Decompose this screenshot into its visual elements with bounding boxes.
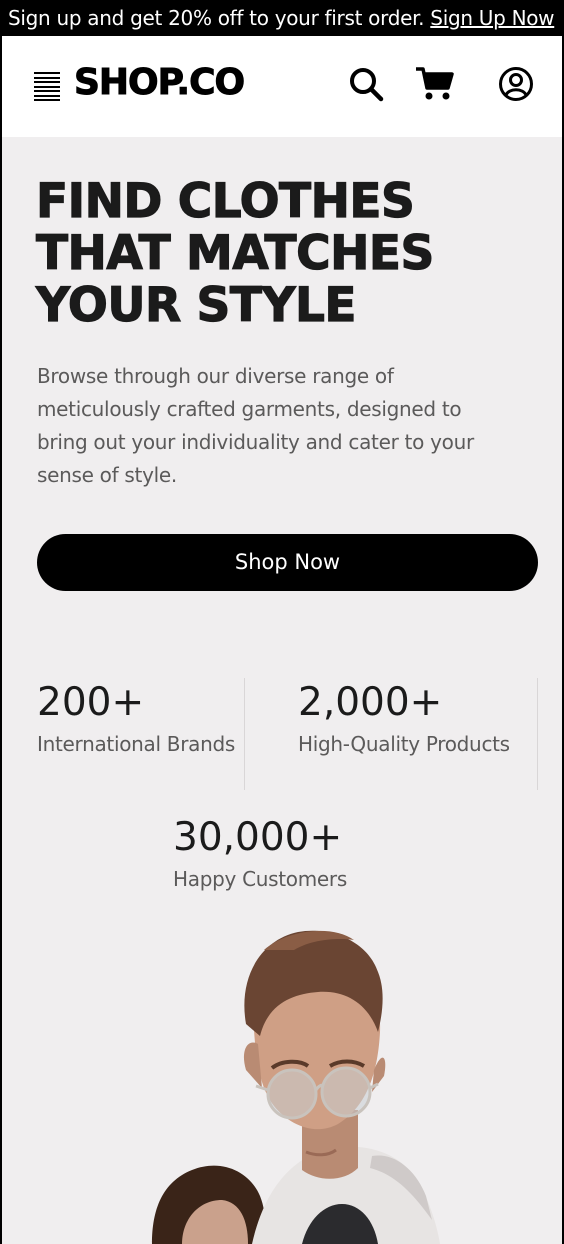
app-frame: Sign up and get 20% off to your first or…: [0, 0, 564, 1244]
account-icon[interactable]: [498, 66, 534, 102]
stat-divider: [244, 678, 245, 790]
cart-icon[interactable]: [414, 66, 454, 102]
promo-bar: Sign up and get 20% off to your first or…: [2, 0, 562, 36]
stat-label: Happy Customers: [173, 867, 347, 891]
stat-brands: 200+ International Brands: [37, 680, 235, 758]
shop-now-button[interactable]: Shop Now: [37, 534, 538, 591]
stat-products: 2,000+ High-Quality Products: [298, 680, 510, 758]
stat-value: 200+: [37, 680, 145, 725]
hero-title-line: FIND CLOTHES: [35, 174, 415, 229]
sign-up-link[interactable]: Sign Up Now: [430, 6, 554, 30]
hero-title-line: YOUR STYLE: [35, 278, 357, 333]
promo-text: Sign up and get 20% off to your first or…: [8, 6, 431, 30]
search-icon[interactable]: [348, 66, 384, 102]
menu-icon[interactable]: [34, 72, 60, 101]
stat-label: International Brands: [37, 732, 235, 756]
stat-value: 30,000+: [173, 815, 343, 860]
hero-title-line: THAT MATCHES: [35, 226, 435, 281]
header: SHOP.CO: [2, 36, 562, 137]
stat-customers: 30,000+ Happy Customers: [173, 815, 347, 893]
hero-title: FIND CLOTHES THAT MATCHES YOUR STYLE: [35, 174, 546, 333]
stat-divider: [537, 678, 538, 790]
stat-label: High-Quality Products: [298, 732, 510, 756]
stat-value: 2,000+: [298, 680, 443, 725]
hero-description: Browse through our diverse range of meti…: [37, 364, 474, 487]
hero-models-image: [2, 920, 562, 1244]
logo[interactable]: SHOP.CO: [73, 62, 245, 104]
